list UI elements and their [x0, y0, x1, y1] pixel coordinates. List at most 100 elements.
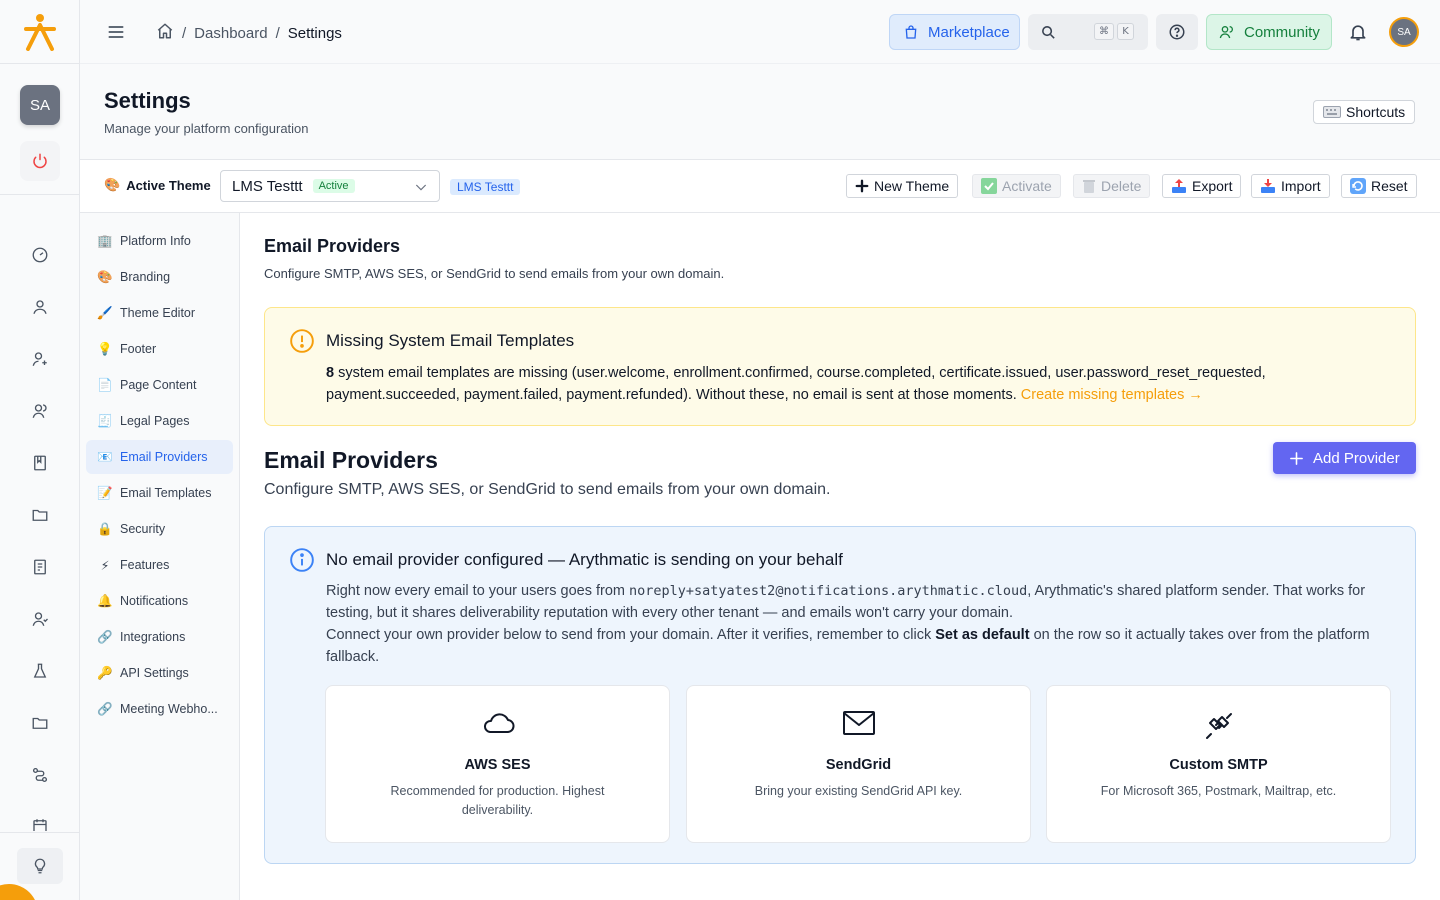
notifications-bell-icon[interactable] [1348, 22, 1368, 42]
dashboard-gauge-icon[interactable] [30, 245, 50, 265]
power-button[interactable] [20, 141, 60, 181]
plus-icon [1290, 451, 1303, 465]
search-button[interactable]: ⌘ K [1028, 14, 1148, 50]
floating-help-bubble[interactable] [0, 884, 38, 900]
nav-item-theme-editor[interactable]: 🖌️ Theme Editor [86, 296, 233, 330]
route-icon[interactable] [30, 765, 50, 785]
reset-button[interactable]: Reset [1341, 174, 1417, 198]
users-group-icon[interactable] [30, 609, 50, 629]
main-content: Email Providers Configure SMTP, AWS SES,… [240, 213, 1440, 900]
new-theme-label: New Theme [874, 178, 950, 194]
community-icon [1219, 26, 1233, 39]
book-icon[interactable] [30, 453, 50, 473]
workspace-avatar[interactable]: SA [20, 85, 60, 125]
nav-item-label: Footer [120, 342, 157, 356]
activate-button[interactable]: Activate [972, 174, 1061, 198]
section-title: Email Providers [264, 236, 401, 256]
card-description: Bring your existing SendGrid API key. [754, 784, 963, 798]
email-icon: 📧 [97, 449, 113, 464]
nav-item-integrations[interactable]: 🔗 Integrations [86, 620, 233, 654]
users-icon[interactable] [30, 401, 50, 421]
flask-icon[interactable] [30, 661, 50, 681]
alert-title: Missing System Email Templates [326, 331, 575, 350]
help-button[interactable] [1156, 14, 1198, 50]
section-subtitle: Configure SMTP, AWS SES, or SendGrid to … [264, 266, 725, 281]
report-icon[interactable] [30, 557, 50, 577]
provider-card-aws-ses[interactable]: AWS SES Recommended for production. High… [325, 685, 670, 843]
info-paragraph-2: Connect your own provider below to send … [326, 624, 1396, 668]
nav-item-label: Meeting Webho... [120, 702, 218, 716]
marketplace-button[interactable]: Marketplace [889, 14, 1020, 50]
shortcuts-label: Shortcuts [1346, 104, 1406, 120]
lightbulb-icon [34, 858, 46, 874]
nav-item-legal-pages[interactable]: 🧾 Legal Pages [86, 404, 233, 438]
user-plus-icon[interactable] [30, 349, 50, 369]
settings-header: Settings Manage your platform configurat… [80, 64, 1440, 160]
theme-select[interactable]: LMS Testtt Active [220, 170, 440, 202]
breadcrumb: / Dashboard / Settings [156, 22, 342, 44]
refresh-icon [1350, 178, 1366, 194]
nav-item-security[interactable]: 🔒 Security [86, 512, 233, 546]
provider-card-custom-smtp[interactable]: Custom SMTP For Microsoft 365, Postmark,… [1046, 685, 1391, 843]
nav-item-footer[interactable]: 💡 Footer [86, 332, 233, 366]
import-button[interactable]: Import [1251, 174, 1330, 198]
help-circle-icon [1169, 24, 1185, 40]
breadcrumb-separator: / [275, 24, 280, 42]
nav-item-platform-info[interactable]: 🏢 Platform Info [86, 224, 233, 258]
export-label: Export [1192, 178, 1233, 194]
nav-item-page-content[interactable]: 📄 Page Content [86, 368, 233, 402]
theme-select-value: LMS Testtt [232, 177, 303, 195]
new-theme-button[interactable]: New Theme [846, 174, 959, 198]
kbd-cmd: ⌘ [1094, 23, 1114, 40]
app-logo[interactable] [0, 0, 79, 64]
user-avatar[interactable]: SA [1389, 17, 1419, 47]
nav-item-features[interactable]: ⚡ Features [86, 548, 233, 582]
nav-item-branding[interactable]: 🎨 Branding [86, 260, 233, 294]
export-button[interactable]: Export [1162, 174, 1242, 198]
nav-item-api-settings[interactable]: 🔑 API Settings [86, 656, 233, 690]
link-icon: 🔗 [97, 629, 113, 644]
info-paragraph-1: Right now every email to your users goes… [326, 580, 1396, 624]
nav-item-label: Security [120, 522, 166, 536]
folder-icon[interactable] [30, 505, 50, 525]
key-icon: 🔑 [97, 665, 113, 680]
missing-count: 8 [326, 365, 335, 381]
shortcuts-button[interactable]: Shortcuts [1313, 100, 1416, 124]
info-circle-icon [290, 548, 314, 572]
home-icon[interactable] [156, 22, 174, 44]
menu-toggle-icon[interactable] [106, 22, 126, 42]
user-icon[interactable] [30, 297, 50, 317]
nav-item-meeting-webhooks[interactable]: 🔗 Meeting Webho... [86, 692, 233, 726]
nav-item-email-providers[interactable]: 📧 Email Providers [86, 440, 233, 474]
sender-email: noreply+satyatest2@notifications.arythma… [629, 583, 1028, 599]
nav-item-label: Notifications [120, 594, 189, 608]
community-label: Community [1244, 23, 1320, 41]
folder-icon[interactable] [30, 713, 50, 733]
rail-bottom-divider [0, 832, 80, 833]
warning-circle-icon [290, 329, 314, 353]
shopping-bag-icon [905, 25, 917, 39]
calendar-icon[interactable] [30, 817, 50, 831]
community-button[interactable]: Community [1206, 14, 1332, 50]
import-label: Import [1281, 178, 1321, 194]
settings-nav: 🏢 Platform Info 🎨 Branding 🖌️ Theme Edit… [80, 213, 240, 900]
nav-item-notifications[interactable]: 🔔 Notifications [86, 584, 233, 618]
no-provider-info-panel: No email provider configured — Arythmati… [264, 526, 1416, 864]
tips-button[interactable] [17, 848, 63, 884]
add-provider-button[interactable]: Add Provider [1273, 442, 1416, 474]
breadcrumb-dashboard[interactable]: Dashboard [194, 25, 267, 42]
plug-icon [1047, 710, 1390, 742]
nav-item-label: Integrations [120, 630, 186, 644]
provider-card-sendgrid[interactable]: SendGrid Bring your existing SendGrid AP… [686, 685, 1031, 843]
card-description: For Microsoft 365, Postmark, Mailtrap, e… [1100, 784, 1337, 798]
delete-button[interactable]: Delete [1073, 174, 1151, 198]
top-bar: / Dashboard / Settings Marketplace ⌘ K C… [80, 0, 1440, 64]
chevron-down-icon [415, 184, 427, 191]
nav-item-email-templates[interactable]: 📝 Email Templates [86, 476, 233, 510]
bell-icon: 🔔 [97, 593, 113, 608]
left-rail: SA [0, 0, 80, 900]
page-subtitle: Manage your platform configuration [104, 121, 309, 136]
create-missing-templates-link[interactable]: Create missing templates → [1021, 387, 1203, 403]
nav-item-label: API Settings [120, 666, 189, 680]
nav-item-label: Email Templates [120, 486, 212, 500]
